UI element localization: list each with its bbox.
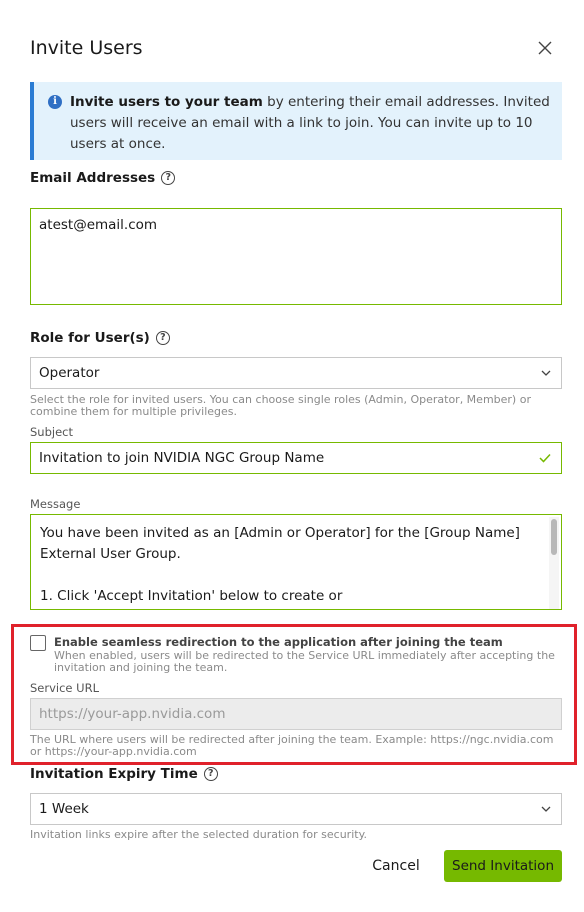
help-icon[interactable]: ? [161,171,176,185]
expiry-value: 1 Week [39,801,89,817]
email-value: atest@email.com [39,217,158,233]
subject-input[interactable]: Invitation to join NVIDIA NGC Group Name [30,442,562,474]
service-url-input[interactable]: https://your-app.nvidia.com [30,698,562,730]
check-icon [539,453,551,463]
info-icon: i [48,95,62,109]
expiry-label-text: Invitation Expiry Time [30,766,198,782]
service-url-placeholder: https://your-app.nvidia.com [39,706,226,722]
expiry-hint: Invitation links expire after the select… [30,828,368,841]
message-label: Message [30,497,81,511]
help-icon[interactable]: ? [203,767,218,781]
chevron-down-icon [541,806,551,812]
message-textarea[interactable]: You have been invited as an [Admin or Op… [30,514,562,610]
scrollbar-thumb[interactable] [551,519,557,555]
info-bold-text: Invite users to your team [70,94,263,110]
subject-label: Subject [30,425,73,439]
role-value: Operator [39,365,100,381]
dialog-title: Invite Users [30,37,143,59]
chevron-down-icon [541,370,551,376]
help-icon[interactable]: ? [155,331,170,345]
role-label: Role for User(s) ? [30,330,170,346]
redirect-checkbox-label: Enable seamless redirection to the appli… [54,635,503,649]
message-scrollbar[interactable] [549,517,559,609]
role-label-text: Role for User(s) [30,330,150,346]
message-value: You have been invited as an [Admin or Op… [40,525,520,604]
service-url-label: Service URL [30,681,99,695]
expiry-select[interactable]: 1 Week [30,793,562,825]
redirect-checkbox[interactable] [30,635,46,651]
expiry-label: Invitation Expiry Time ? [30,766,218,782]
email-label-text: Email Addresses [30,170,156,186]
close-icon[interactable] [536,39,554,57]
cancel-button[interactable]: Cancel [364,852,428,880]
info-banner: i Invite users to your team by entering … [30,82,562,160]
redirect-description: When enabled, users will be redirected t… [54,649,555,674]
email-label: Email Addresses ? [30,170,176,186]
role-hint: Select the role for invited users. You c… [30,393,531,418]
subject-value: Invitation to join NVIDIA NGC Group Name [39,450,325,466]
email-addresses-field[interactable]: atest@email.com [30,208,562,305]
service-url-hint: The URL where users will be redirected a… [30,733,554,758]
send-invitation-button[interactable]: Send Invitation [444,850,562,882]
role-select[interactable]: Operator [30,357,562,389]
